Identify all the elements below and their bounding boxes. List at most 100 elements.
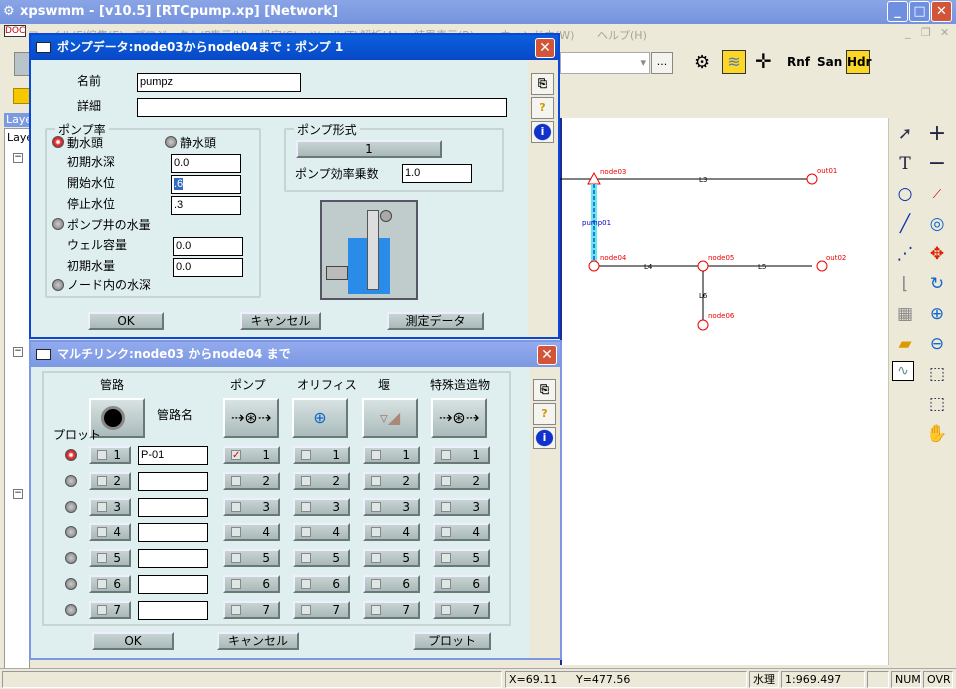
pipe-name-input[interactable] bbox=[138, 471, 208, 491]
special-checkbox-2[interactable]: 2 bbox=[433, 471, 490, 490]
mdi-close-icon[interactable]: ✕ bbox=[940, 26, 949, 39]
pipe-name-input[interactable] bbox=[138, 497, 208, 517]
hdr-button[interactable]: Hdr bbox=[846, 50, 872, 74]
special-structure-button[interactable]: ⇢⊛⇢ bbox=[431, 398, 487, 438]
network-canvas[interactable]: node03 out01 L3 pump01 node04 L4 node05 … bbox=[560, 118, 888, 665]
maximize-button[interactable]: □ bbox=[909, 1, 930, 22]
copy-icon[interactable]: ⎘ bbox=[533, 379, 556, 401]
pipe-name-input[interactable] bbox=[138, 600, 208, 620]
orifice-type-button[interactable]: ⊕ bbox=[292, 398, 348, 438]
close-button[interactable]: ✕ bbox=[537, 345, 557, 365]
plot-radio[interactable] bbox=[65, 500, 77, 513]
rnf-button[interactable]: Rnf bbox=[787, 55, 810, 69]
pipe-checkbox-6[interactable]: 6 bbox=[89, 575, 131, 593]
orifice-checkbox-3[interactable]: 3 bbox=[293, 497, 350, 516]
pump-checkbox-6[interactable]: 6 bbox=[223, 575, 280, 593]
select-arrow-icon[interactable]: ➚ bbox=[892, 121, 918, 147]
menu-help[interactable]: ヘルプ(H) bbox=[597, 27, 647, 43]
pump-checkbox-3[interactable]: 3 bbox=[223, 497, 280, 516]
pan-hand-icon[interactable]: ✋ bbox=[924, 421, 950, 447]
line-tool-icon[interactable]: ╱ bbox=[892, 211, 918, 237]
pipe-checkbox-2[interactable]: 2 bbox=[89, 471, 131, 490]
browse-button[interactable]: ... bbox=[651, 52, 673, 74]
orifice-checkbox-7[interactable]: 7 bbox=[293, 600, 350, 619]
ok-button[interactable]: OK bbox=[92, 632, 174, 650]
dashed-line-icon[interactable]: ⋰ bbox=[892, 241, 918, 267]
crosshair-icon[interactable]: ✛ bbox=[755, 49, 772, 73]
orifice-checkbox-4[interactable]: 4 bbox=[293, 523, 350, 542]
move-icon[interactable]: ✥ bbox=[924, 241, 950, 267]
collapse-icon[interactable]: − bbox=[13, 153, 23, 163]
weir-checkbox-6[interactable]: 6 bbox=[363, 575, 420, 593]
special-checkbox-3[interactable]: 3 bbox=[433, 497, 490, 516]
close-button[interactable]: ✕ bbox=[931, 1, 952, 22]
pump-checkbox-2[interactable]: 2 bbox=[223, 471, 280, 490]
text-tool-icon[interactable]: T bbox=[892, 151, 918, 177]
cancel-button[interactable]: キャンセル bbox=[240, 312, 321, 330]
wet-well-radio[interactable] bbox=[52, 218, 64, 230]
circle-tool-icon[interactable]: ○ bbox=[892, 181, 918, 207]
copy-icon[interactable]: ⎘ bbox=[531, 73, 554, 95]
special-checkbox-5[interactable]: 5 bbox=[433, 549, 490, 568]
stop-level-input[interactable]: .3 bbox=[171, 196, 241, 215]
help-icon[interactable]: ? bbox=[533, 403, 556, 425]
pipe-checkbox-4[interactable]: 4 bbox=[89, 523, 131, 542]
well-capacity-input[interactable]: 0.0 bbox=[173, 237, 243, 256]
close-button[interactable]: ✕ bbox=[535, 38, 555, 58]
efficiency-input[interactable]: 1.0 bbox=[402, 164, 472, 183]
special-checkbox-6[interactable]: 6 bbox=[433, 575, 490, 593]
ruler-icon[interactable]: ▰ bbox=[892, 331, 918, 357]
san-button[interactable]: San bbox=[817, 55, 842, 69]
cancel-button[interactable]: キャンセル bbox=[217, 632, 299, 650]
plus-icon[interactable]: + bbox=[924, 121, 950, 147]
pump-checkbox-1[interactable]: ✓ 1 bbox=[223, 446, 280, 464]
refresh-icon[interactable]: ↻ bbox=[924, 271, 950, 297]
weir-checkbox-3[interactable]: 3 bbox=[363, 497, 420, 516]
gear-tool-icon[interactable]: ⚙ bbox=[694, 52, 710, 73]
detail-input[interactable] bbox=[137, 98, 507, 117]
help-icon[interactable]: ? bbox=[531, 97, 554, 119]
pump-type-button[interactable]: 1 bbox=[296, 140, 442, 158]
orifice-checkbox-2[interactable]: 2 bbox=[293, 471, 350, 490]
pipe-checkbox-3[interactable]: 3 bbox=[89, 497, 131, 516]
polyline-icon[interactable]: ⌊ bbox=[892, 271, 918, 297]
weir-checkbox-4[interactable]: 4 bbox=[363, 523, 420, 542]
orifice-checkbox-6[interactable]: 6 bbox=[293, 575, 350, 593]
zoom-window-in-icon[interactable]: ⬚ bbox=[924, 361, 950, 387]
weir-checkbox-1[interactable]: 1 bbox=[363, 446, 420, 464]
pump-checkbox-4[interactable]: 4 bbox=[223, 523, 280, 542]
pipe-checkbox-7[interactable]: 7 bbox=[89, 600, 131, 619]
initial-volume-input[interactable]: 0.0 bbox=[173, 258, 243, 277]
pipe-checkbox-5[interactable]: 5 bbox=[89, 549, 131, 568]
weir-checkbox-5[interactable]: 5 bbox=[363, 549, 420, 568]
layers-icon[interactable]: ≋ bbox=[722, 50, 746, 74]
plot-button[interactable]: プロット bbox=[413, 632, 491, 650]
plot-radio[interactable] bbox=[65, 449, 77, 461]
plot-radio[interactable] bbox=[65, 603, 77, 616]
plot-radio[interactable] bbox=[65, 474, 77, 487]
pipe-name-input[interactable] bbox=[138, 549, 208, 569]
grid-shape-icon[interactable]: ▦ bbox=[892, 301, 918, 327]
mdi-minimize-icon[interactable]: _ bbox=[905, 26, 911, 39]
profile-icon[interactable]: ∿ bbox=[892, 361, 914, 381]
layer-select[interactable]: ▾ bbox=[560, 52, 650, 74]
info-icon[interactable]: i bbox=[531, 121, 554, 143]
start-level-input[interactable]: .6 bbox=[171, 175, 241, 194]
zoom-window-out-icon[interactable]: ⬚ bbox=[924, 391, 950, 417]
weir-checkbox-7[interactable]: 7 bbox=[363, 600, 420, 619]
name-input[interactable]: pumpz bbox=[137, 73, 301, 92]
pipe-name-input[interactable]: P-01 bbox=[138, 446, 208, 465]
orifice-checkbox-5[interactable]: 5 bbox=[293, 549, 350, 568]
mdi-restore-icon[interactable]: ❐ bbox=[921, 26, 931, 39]
dynamic-head-radio[interactable] bbox=[52, 136, 64, 148]
static-head-radio[interactable] bbox=[165, 136, 177, 148]
zoom-out-icon[interactable]: ⊖ bbox=[924, 331, 950, 357]
node-depth-radio[interactable] bbox=[52, 279, 64, 291]
all-nodes-icon[interactable]: ◎ bbox=[924, 211, 950, 237]
pipe-checkbox-1[interactable]: 1 bbox=[89, 446, 131, 464]
special-checkbox-7[interactable]: 7 bbox=[433, 600, 490, 619]
pipe-name-input[interactable] bbox=[138, 575, 208, 594]
info-icon[interactable]: i bbox=[533, 427, 556, 449]
plot-radio[interactable] bbox=[65, 578, 77, 590]
weir-checkbox-2[interactable]: 2 bbox=[363, 471, 420, 490]
